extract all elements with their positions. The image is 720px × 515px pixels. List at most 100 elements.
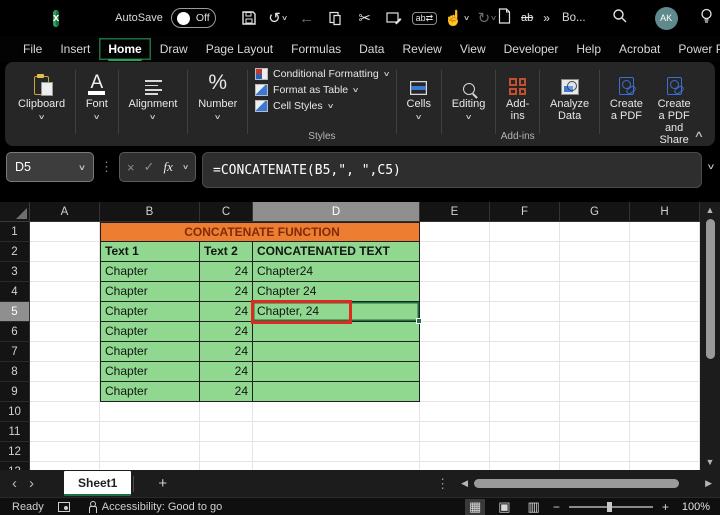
cell-C2[interactable]: Text 2 <box>200 242 253 262</box>
page-layout-view-button[interactable]: ▣ <box>494 499 514 515</box>
conditional-formatting-button[interactable]: Conditional Formatting ∨ <box>251 66 393 82</box>
tab-acrobat[interactable]: Acrobat <box>610 38 669 60</box>
cell-D11[interactable] <box>253 422 420 442</box>
tab-page-layout[interactable]: Page Layout <box>197 38 282 60</box>
cell-B8[interactable]: Chapter <box>100 362 200 382</box>
zoom-out-button[interactable]: − <box>553 500 560 514</box>
fill-handle[interactable] <box>416 318 422 324</box>
prev-sheet-button[interactable]: ‹ <box>0 475 29 492</box>
cell-A2[interactable] <box>30 242 100 262</box>
autocorrect-button[interactable]: ab⇄ <box>411 11 438 25</box>
spelling-button[interactable]: ab <box>521 12 533 24</box>
cell-G11[interactable] <box>560 422 630 442</box>
cell-F13[interactable] <box>490 462 560 470</box>
number-button[interactable]: % Number ∨ <box>191 66 244 121</box>
row-header-13[interactable]: 13 <box>0 462 30 470</box>
cell-A11[interactable] <box>30 422 100 442</box>
cell-F12[interactable] <box>490 442 560 462</box>
cell-C5[interactable]: 24 <box>200 302 253 322</box>
scroll-left-button[interactable]: ◀ <box>461 478 468 489</box>
paste-special-button[interactable] <box>383 6 405 30</box>
cell-C12[interactable] <box>200 442 253 462</box>
cell-G3[interactable] <box>560 262 630 282</box>
cell-C3[interactable]: 24 <box>200 262 253 282</box>
cell-E8[interactable] <box>420 362 490 382</box>
cell-H13[interactable] <box>630 462 700 470</box>
tab-insert[interactable]: Insert <box>51 38 99 60</box>
zoom-slider-handle[interactable] <box>607 501 613 512</box>
cell-H1[interactable] <box>630 222 700 242</box>
cell-D7[interactable] <box>253 342 420 362</box>
splitter-dots-icon[interactable]: ⋮ <box>436 476 449 492</box>
cell-A10[interactable] <box>30 402 100 422</box>
back-button[interactable]: ← <box>296 6 318 30</box>
avatar[interactable]: AK <box>654 6 678 30</box>
alignment-button[interactable]: Alignment ∨ <box>122 66 185 121</box>
cell-A12[interactable] <box>30 442 100 462</box>
cell-A4[interactable] <box>30 282 100 302</box>
format-as-table-button[interactable]: Format as Table ∨ <box>251 82 362 98</box>
cell-E10[interactable] <box>420 402 490 422</box>
create-pdf-button[interactable]: Create a PDF <box>603 66 650 146</box>
addins-button[interactable]: Add-ins <box>499 66 536 122</box>
cell-H3[interactable] <box>630 262 700 282</box>
cell-C13[interactable] <box>200 462 253 470</box>
cell-E4[interactable] <box>420 282 490 302</box>
cell-E6[interactable] <box>420 322 490 342</box>
cell-D6[interactable] <box>253 322 420 342</box>
zoom-in-button[interactable]: + <box>662 500 669 514</box>
cell-G8[interactable] <box>560 362 630 382</box>
cell-C11[interactable] <box>200 422 253 442</box>
cell-C8[interactable]: 24 <box>200 362 253 382</box>
cell-styles-button[interactable]: Cell Styles ∨ <box>251 98 337 114</box>
row-header-2[interactable]: 2 <box>0 242 30 262</box>
cell-F9[interactable] <box>490 382 560 402</box>
analyze-data-button[interactable]: Analyze Data <box>543 66 596 122</box>
cell-F11[interactable] <box>490 422 560 442</box>
save-button[interactable] <box>238 6 260 30</box>
accessibility-status[interactable]: Accessibility: Good to go <box>102 501 222 513</box>
col-header-A[interactable]: A <box>30 202 100 222</box>
cell-E9[interactable] <box>420 382 490 402</box>
cell-G4[interactable] <box>560 282 630 302</box>
scroll-up-button[interactable]: ▲ <box>706 202 715 218</box>
cell-A3[interactable] <box>30 262 100 282</box>
undo-button[interactable]: ↺ ∨ <box>267 6 289 30</box>
search-button[interactable] <box>612 8 627 28</box>
cell-B7[interactable]: Chapter <box>100 342 200 362</box>
cell-G7[interactable] <box>560 342 630 362</box>
cancel-entry-button[interactable]: × <box>127 160 135 175</box>
horizontal-scroll-thumb[interactable] <box>474 479 680 488</box>
autosave-toggle[interactable]: Off <box>170 8 216 28</box>
formula-input[interactable]: =CONCATENATE(B5,", ",C5) <box>202 152 703 188</box>
cell-B12[interactable] <box>100 442 200 462</box>
tab-formulas[interactable]: Formulas <box>282 38 350 60</box>
editing-button[interactable]: Editing ∨ <box>445 66 493 121</box>
cell-C10[interactable] <box>200 402 253 422</box>
row-header-3[interactable]: 3 <box>0 262 30 282</box>
vertical-scrollbar[interactable]: ▲ ▼ <box>700 202 720 470</box>
cell-D4[interactable]: Chapter 24 <box>253 282 420 302</box>
cell-B5[interactable]: Chapter <box>100 302 200 322</box>
cell-H7[interactable] <box>630 342 700 362</box>
cell-F3[interactable] <box>490 262 560 282</box>
cell-D2[interactable]: CONCATENATED TEXT <box>253 242 420 262</box>
cell-B10[interactable] <box>100 402 200 422</box>
cell-C9[interactable]: 24 <box>200 382 253 402</box>
row-header-10[interactable]: 10 <box>0 402 30 422</box>
tab-review[interactable]: Review <box>393 38 450 60</box>
add-sheet-button[interactable]: + <box>134 475 191 492</box>
col-header-E[interactable]: E <box>420 202 490 222</box>
cell-H11[interactable] <box>630 422 700 442</box>
tab-home[interactable]: Home <box>99 38 150 61</box>
cell-A13[interactable] <box>30 462 100 470</box>
cell-A9[interactable] <box>30 382 100 402</box>
cells-button[interactable]: Cells ∨ <box>400 66 438 121</box>
cell-D10[interactable] <box>253 402 420 422</box>
insert-function-button[interactable]: fx <box>164 159 173 175</box>
cell-E5[interactable] <box>420 302 490 322</box>
cell-C7[interactable]: 24 <box>200 342 253 362</box>
name-box[interactable]: D5 ∨ <box>6 152 94 182</box>
cell-G5[interactable] <box>560 302 630 322</box>
cell-E7[interactable] <box>420 342 490 362</box>
